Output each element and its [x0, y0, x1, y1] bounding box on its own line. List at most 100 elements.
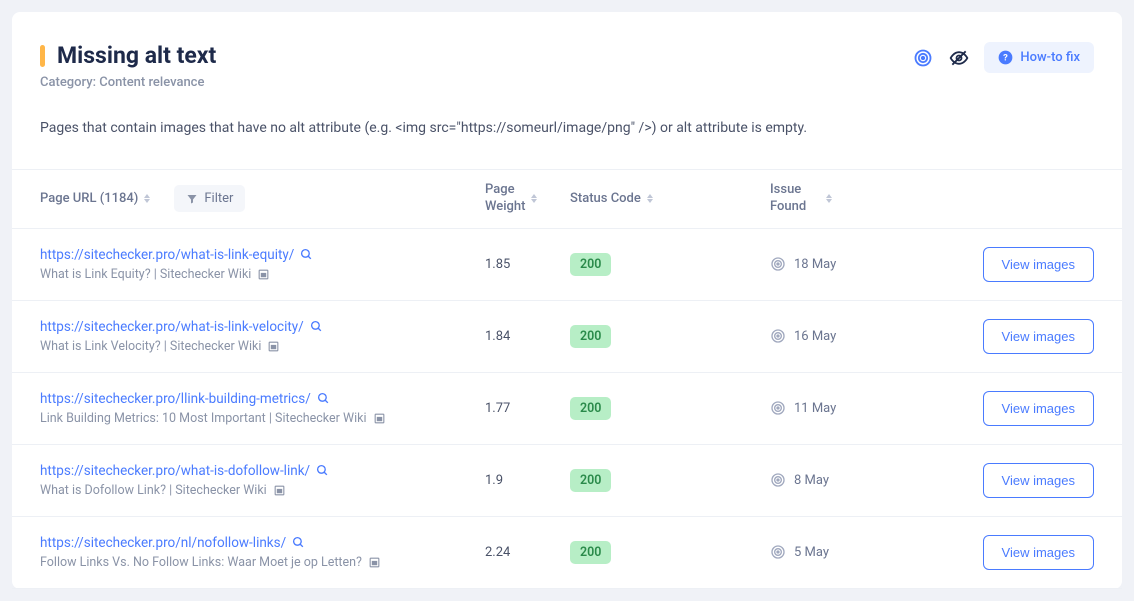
issue-date: 8 May — [794, 473, 829, 488]
view-images-button[interactable]: View images — [983, 463, 1094, 498]
magnify-icon[interactable] — [317, 392, 330, 405]
status-cell: 200 — [570, 541, 770, 564]
question-icon: ? — [998, 50, 1013, 65]
issue-date: 16 May — [794, 329, 836, 344]
target-mini-icon — [770, 256, 786, 272]
magnify-icon[interactable] — [316, 464, 329, 477]
table-header: Page URL (1184) Filter Page Weight Statu… — [12, 169, 1122, 229]
sort-icon[interactable] — [647, 194, 653, 203]
svg-text:?: ? — [1004, 53, 1009, 64]
table-row: https://sitechecker.pro/what-is-dofollow… — [12, 445, 1122, 517]
sort-icon[interactable] — [531, 194, 537, 203]
col-status: Status Code — [570, 191, 770, 206]
sort-icon[interactable] — [144, 194, 150, 203]
page-icon[interactable] — [257, 268, 270, 281]
accent-bar — [40, 45, 45, 67]
issue-date: 5 May — [794, 545, 829, 560]
magnify-icon[interactable] — [300, 248, 313, 261]
page-url-link[interactable]: https://sitechecker.pro/what-is-dofollow… — [40, 463, 310, 479]
page-subtitle: What is Link Equity? | Sitechecker Wiki — [40, 267, 251, 282]
page-title: Missing alt text — [57, 42, 216, 69]
table-row: https://sitechecker.pro/llink-building-m… — [12, 373, 1122, 445]
page-subtitle: Link Building Metrics: 10 Most Important… — [40, 411, 367, 426]
howto-label: How-to fix — [1020, 50, 1080, 65]
status-cell: 200 — [570, 397, 770, 420]
page-url-link[interactable]: https://sitechecker.pro/llink-building-m… — [40, 391, 311, 407]
status-badge: 200 — [570, 469, 611, 492]
col-issue: Issue Found — [770, 182, 900, 216]
url-cell: https://sitechecker.pro/what-is-link-vel… — [40, 319, 485, 354]
status-cell: 200 — [570, 469, 770, 492]
url-cell: https://sitechecker.pro/what-is-dofollow… — [40, 463, 485, 498]
col-url: Page URL (1184) Filter — [40, 185, 485, 212]
header-actions: ? How-to fix — [912, 42, 1094, 73]
main-card: Missing alt text Category: Content relev… — [12, 12, 1122, 589]
page-url-link[interactable]: https://sitechecker.pro/what-is-link-vel… — [40, 319, 304, 335]
target-mini-icon — [770, 472, 786, 488]
url-cell: https://sitechecker.pro/llink-building-m… — [40, 391, 485, 426]
magnify-icon[interactable] — [292, 536, 305, 549]
category-label: Category: Content relevance — [40, 75, 216, 90]
issue-cell: 11 May — [770, 400, 900, 416]
action-cell: View images — [900, 247, 1094, 282]
magnify-icon[interactable] — [310, 320, 323, 333]
url-link-line: https://sitechecker.pro/nl/nofollow-link… — [40, 535, 485, 551]
page-subtitle: What is Link Velocity? | Sitechecker Wik… — [40, 339, 261, 354]
issue-cell: 8 May — [770, 472, 900, 488]
page-subtitle: Follow Links Vs. No Follow Links: Waar M… — [40, 555, 362, 570]
howto-button[interactable]: ? How-to fix — [984, 42, 1094, 73]
issue-date: 11 May — [794, 401, 836, 416]
view-images-button[interactable]: View images — [983, 391, 1094, 426]
url-subtitle-line: What is Link Equity? | Sitechecker Wiki — [40, 267, 485, 282]
th-status-label: Status Code — [570, 191, 641, 206]
table-row: https://sitechecker.pro/what-is-link-vel… — [12, 301, 1122, 373]
target-icon[interactable] — [912, 47, 934, 69]
th-weight-label: Page Weight — [485, 182, 525, 216]
filter-button[interactable]: Filter — [174, 185, 245, 212]
page-url-link[interactable]: https://sitechecker.pro/nl/nofollow-link… — [40, 535, 286, 551]
filter-label: Filter — [204, 191, 233, 206]
filter-icon — [186, 193, 198, 205]
issue-date: 18 May — [794, 257, 836, 272]
table: Page URL (1184) Filter Page Weight Statu… — [12, 169, 1122, 589]
eye-off-icon[interactable] — [948, 47, 970, 69]
page-icon[interactable] — [267, 340, 280, 353]
url-subtitle-line: Link Building Metrics: 10 Most Important… — [40, 411, 485, 426]
url-link-line: https://sitechecker.pro/what-is-link-equ… — [40, 247, 485, 263]
page-icon[interactable] — [273, 484, 286, 497]
title-line: Missing alt text — [40, 42, 216, 69]
url-subtitle-line: What is Link Velocity? | Sitechecker Wik… — [40, 339, 485, 354]
url-cell: https://sitechecker.pro/what-is-link-equ… — [40, 247, 485, 282]
action-cell: View images — [900, 535, 1094, 570]
issue-cell: 5 May — [770, 544, 900, 560]
page-url-link[interactable]: https://sitechecker.pro/what-is-link-equ… — [40, 247, 294, 263]
view-images-button[interactable]: View images — [983, 535, 1094, 570]
target-mini-icon — [770, 544, 786, 560]
url-link-line: https://sitechecker.pro/what-is-dofollow… — [40, 463, 485, 479]
th-issue-label: Issue Found — [770, 182, 806, 216]
view-images-button[interactable]: View images — [983, 319, 1094, 354]
url-subtitle-line: What is Dofollow Link? | Sitechecker Wik… — [40, 483, 485, 498]
sort-icon[interactable] — [826, 194, 832, 203]
header: Missing alt text Category: Content relev… — [40, 42, 1094, 90]
col-weight: Page Weight — [485, 182, 570, 216]
action-cell: View images — [900, 463, 1094, 498]
view-images-button[interactable]: View images — [983, 247, 1094, 282]
page-icon[interactable] — [368, 556, 381, 569]
status-badge: 200 — [570, 253, 611, 276]
weight-cell: 1.9 — [485, 473, 570, 488]
status-cell: 200 — [570, 253, 770, 276]
th-url-label: Page URL (1184) — [40, 191, 138, 206]
issue-cell: 18 May — [770, 256, 900, 272]
url-link-line: https://sitechecker.pro/what-is-link-vel… — [40, 319, 485, 335]
target-mini-icon — [770, 400, 786, 416]
page-icon[interactable] — [373, 412, 386, 425]
weight-cell: 1.85 — [485, 257, 570, 272]
page-subtitle: What is Dofollow Link? | Sitechecker Wik… — [40, 483, 267, 498]
issue-cell: 16 May — [770, 328, 900, 344]
title-block: Missing alt text Category: Content relev… — [40, 42, 216, 90]
description: Pages that contain images that have no a… — [40, 118, 1094, 139]
table-row: https://sitechecker.pro/what-is-link-equ… — [12, 229, 1122, 301]
status-cell: 200 — [570, 325, 770, 348]
url-cell: https://sitechecker.pro/nl/nofollow-link… — [40, 535, 485, 570]
